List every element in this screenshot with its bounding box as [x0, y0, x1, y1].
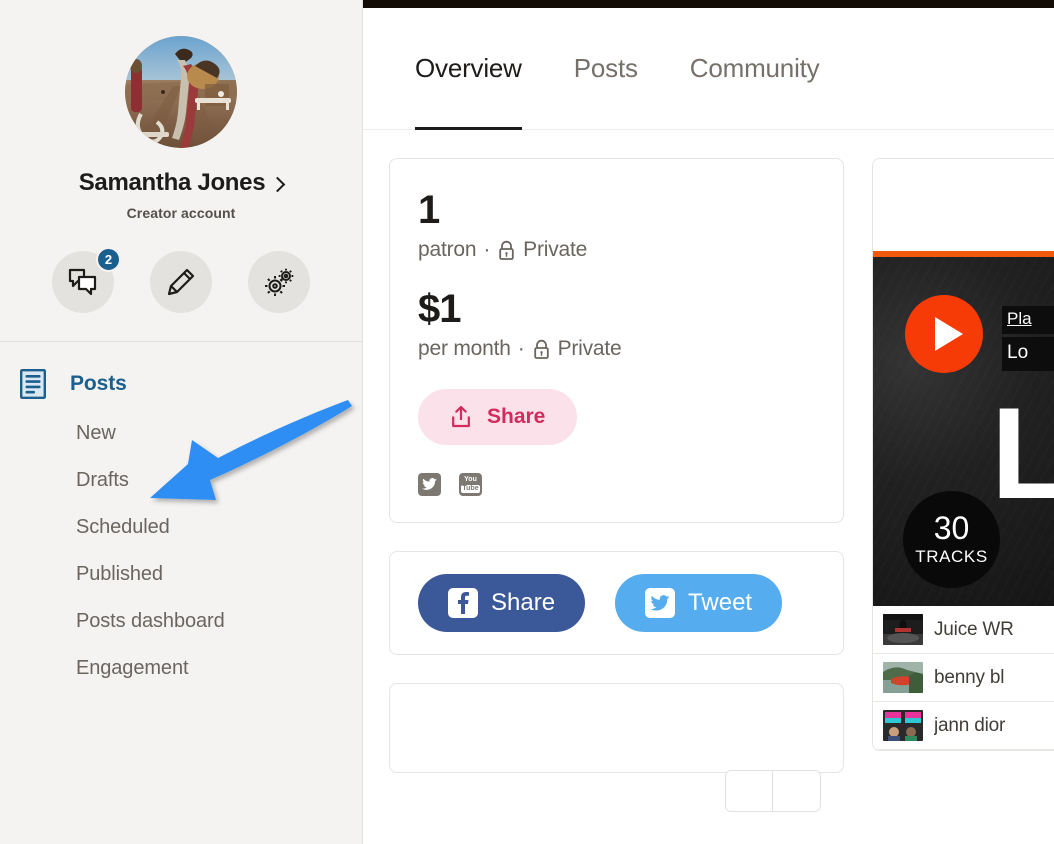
video-preview[interactable]: Pla Lo L 30 TRACKS — [873, 251, 1054, 606]
tab-bar: Overview Posts Community — [363, 8, 1054, 130]
tracks-count-badge: 30 TRACKS — [903, 491, 1000, 588]
tab-posts-label: Posts — [573, 53, 638, 83]
stats-card: 1 patron · Private $1 per month · Privat… — [389, 158, 844, 523]
sidebar-item-scheduled-label: Scheduled — [76, 516, 170, 539]
messages-badge: 2 — [96, 247, 121, 273]
profile-name: Samantha Jones — [78, 169, 266, 196]
playlist-title[interactable]: Pla — [1002, 306, 1054, 334]
profile-action-row: 2 — [0, 247, 362, 314]
messages-icon — [68, 269, 97, 296]
tab-community-label: Community — [689, 53, 820, 83]
avatar-painting-icon — [125, 36, 237, 148]
sidebar-item-engagement[interactable]: Engagement — [0, 645, 362, 692]
settings-button[interactable] — [248, 251, 310, 314]
track-thumbnail — [883, 614, 923, 645]
amount-separator: · — [517, 337, 525, 360]
track-title: jann dior — [934, 714, 1006, 736]
avatar[interactable] — [125, 36, 237, 148]
youtube-icon-line2: Tube — [461, 485, 480, 493]
track-title: Juice WR — [934, 618, 1014, 640]
twitter-icon — [422, 478, 437, 490]
facebook-share-button[interactable]: Share — [418, 574, 586, 632]
share-button[interactable]: Share — [418, 389, 578, 445]
patron-label: patron — [418, 238, 477, 261]
sidebar-item-new[interactable]: New — [0, 410, 362, 457]
tab-posts[interactable]: Posts — [548, 8, 664, 130]
video-playlist-card: Pla Lo L 30 TRACKS — [872, 158, 1054, 751]
post-composer-card — [389, 683, 844, 812]
facebook-icon — [448, 588, 478, 618]
tracks-count: 30 — [933, 510, 970, 546]
sidebar-item-new-label: New — [76, 422, 116, 445]
composer-button-1[interactable] — [725, 770, 773, 812]
tracks-word: TRACKS — [915, 547, 988, 566]
composer-button-2[interactable] — [773, 770, 821, 812]
list-item[interactable]: jann dior — [873, 702, 1054, 750]
app-root: Samantha Jones Creator account 2 Posts N… — [0, 0, 1054, 844]
list-item[interactable]: benny bl — [873, 654, 1054, 702]
edit-button[interactable] — [150, 251, 212, 314]
sidebar-item-posts-dashboard[interactable]: Posts dashboard — [0, 598, 362, 645]
tab-overview-label: Overview — [415, 53, 522, 83]
share-button-label: Share — [487, 405, 546, 428]
playlist-subtitle: Lo — [1002, 337, 1054, 371]
document-list-icon — [20, 369, 47, 400]
patron-label-row: patron · Private — [418, 238, 815, 262]
main-content: Overview Posts Community 1 patron · Priv… — [363, 0, 1054, 844]
sidebar-item-drafts-label: Drafts — [76, 469, 129, 492]
profile-name-row[interactable]: Samantha Jones — [78, 169, 286, 196]
twitter-tweet-label: Tweet — [688, 589, 753, 616]
track-thumbnail — [883, 710, 923, 741]
video-card-header-space — [873, 159, 1054, 251]
sidebar-item-published[interactable]: Published — [0, 551, 362, 598]
youtube-link[interactable]: You Tube — [459, 473, 482, 496]
amount-label-row: per month · Private — [418, 337, 815, 361]
social-links-row: You Tube — [418, 473, 815, 496]
social-share-card: Share Tweet — [389, 551, 844, 655]
content-columns: 1 patron · Private $1 per month · Privat… — [363, 130, 1054, 812]
patron-count: 1 — [418, 188, 440, 232]
messages-button[interactable]: 2 — [52, 247, 121, 314]
play-button[interactable] — [905, 295, 983, 373]
amount-privacy: Private — [557, 337, 622, 360]
sidebar-item-posts-label: Posts — [70, 372, 127, 396]
patron-privacy: Private — [523, 238, 588, 261]
facebook-share-label: Share — [491, 589, 556, 616]
lock-icon — [499, 240, 514, 260]
sidebar-nav: Posts New Drafts Scheduled Published Pos… — [0, 342, 362, 692]
sidebar-item-engagement-label: Engagement — [76, 657, 189, 680]
composer-button-group — [725, 770, 821, 812]
tab-community[interactable]: Community — [664, 8, 846, 130]
profile-subtitle: Creator account — [126, 205, 236, 222]
twitter-icon — [645, 588, 676, 618]
cover-letter: L — [991, 388, 1054, 518]
patron-separator: · — [483, 238, 491, 261]
sidebar-item-published-label: Published — [76, 563, 163, 586]
amount-value: $1 — [418, 287, 462, 331]
amount-label: per month — [418, 337, 511, 360]
list-item[interactable]: Juice WR — [873, 606, 1054, 654]
share-upload-icon — [452, 405, 470, 428]
play-button-icon — [935, 317, 963, 351]
track-title: benny bl — [934, 666, 1005, 688]
twitter-link[interactable] — [418, 473, 441, 496]
youtube-icon-line1: You — [464, 476, 477, 483]
chevron-right-icon — [269, 176, 286, 192]
sidebar: Samantha Jones Creator account 2 Posts N… — [0, 0, 363, 844]
sidebar-item-scheduled[interactable]: Scheduled — [0, 504, 362, 551]
playlist-overlay: Pla Lo — [1002, 306, 1054, 371]
lock-icon — [533, 339, 549, 359]
left-column: 1 patron · Private $1 per month · Privat… — [389, 158, 844, 812]
pencil-icon — [167, 269, 195, 296]
right-column: Pla Lo L 30 TRACKS — [872, 158, 1054, 801]
sidebar-item-posts[interactable]: Posts — [0, 358, 362, 410]
sidebar-item-drafts[interactable]: Drafts — [0, 457, 362, 504]
profile-block: Samantha Jones Creator account 2 — [0, 0, 362, 343]
twitter-tweet-button[interactable]: Tweet — [615, 574, 783, 632]
tab-overview[interactable]: Overview — [389, 8, 548, 130]
gears-icon — [265, 269, 294, 297]
track-thumbnail — [883, 662, 923, 693]
youtube-icon: You Tube — [461, 476, 480, 493]
sidebar-item-posts-dashboard-label: Posts dashboard — [76, 610, 225, 633]
